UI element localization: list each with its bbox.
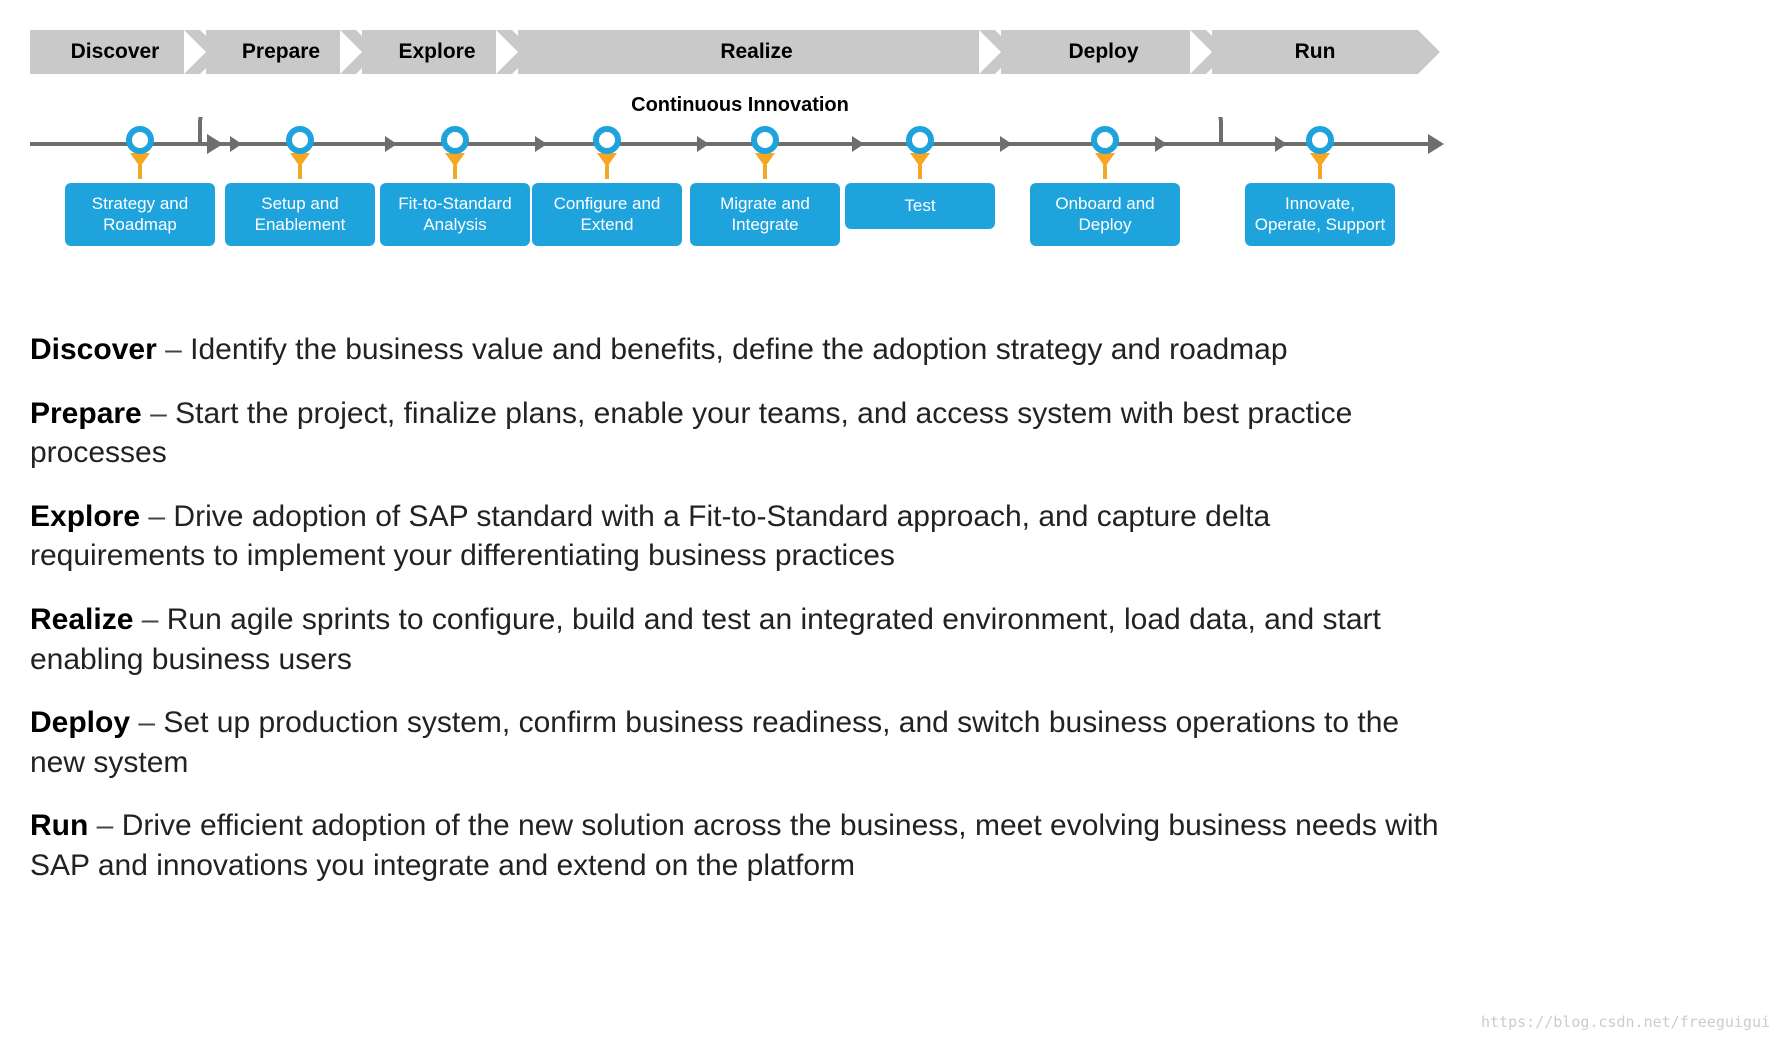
workstream-node: Configure andExtend <box>532 126 682 246</box>
node-connector-icon <box>1310 153 1330 167</box>
dash-separator: – <box>165 333 182 366</box>
phase-chevron-label: Discover <box>71 40 160 63</box>
continuous-innovation-label: Continuous Innovation <box>30 94 1450 117</box>
workstream-box: Configure andExtend <box>532 183 682 246</box>
phase-chevron-explore: Explore <box>362 30 512 74</box>
node-connector-bar <box>1318 165 1322 179</box>
phase-text: Run agile sprints to configure, build an… <box>30 603 1381 676</box>
node-marker-icon <box>286 126 314 154</box>
node-marker-icon <box>1091 126 1119 154</box>
workstream-label: Migrate andIntegrate <box>720 193 810 236</box>
phase-description-prepare: Prepare – Start the project, finalize pl… <box>30 394 1450 473</box>
phase-chevron-label: Run <box>1295 40 1336 63</box>
node-connector-icon <box>755 153 775 167</box>
workstream-box: Strategy andRoadmap <box>65 183 215 246</box>
workstream-node: Strategy andRoadmap <box>65 126 215 246</box>
watermark-text: https://blog.csdn.net/freeguigui <box>1481 1013 1770 1031</box>
dash-separator: – <box>150 397 167 430</box>
workstream-label: Onboard andDeploy <box>1055 193 1154 236</box>
phase-text: Identify the business value and benefits… <box>190 333 1287 366</box>
phase-chevron-discover: Discover <box>30 30 200 74</box>
node-connector-bar <box>918 165 922 179</box>
workstream-box: Setup andEnablement <box>225 183 375 246</box>
workstream-node: Test <box>845 126 995 229</box>
dash-separator: – <box>138 706 155 739</box>
phase-text: Drive efficient adoption of the new solu… <box>30 809 1439 882</box>
workstream-label: Strategy andRoadmap <box>92 193 188 236</box>
phase-text: Drive adoption of SAP standard with a Fi… <box>30 500 1270 573</box>
workstream-node: Fit-to-StandardAnalysis <box>380 126 530 246</box>
phase-chevron-realize: Realize <box>518 30 995 74</box>
workstream-label: Innovate,Operate, Support <box>1255 193 1385 236</box>
workstream-box: Onboard andDeploy <box>1030 183 1180 246</box>
node-marker-icon <box>441 126 469 154</box>
workstream-node: Onboard andDeploy <box>1030 126 1180 246</box>
node-connector-icon <box>130 153 150 167</box>
axis-arrow-icon <box>1000 136 1012 152</box>
node-connector-icon <box>910 153 930 167</box>
phase-chevron-label: Realize <box>720 40 792 63</box>
phase-descriptions: Discover – Identify the business value a… <box>30 330 1450 886</box>
workstream-node: Setup andEnablement <box>225 126 375 246</box>
dash-separator: – <box>142 603 159 636</box>
arrowhead-right-icon <box>1428 134 1444 154</box>
dash-separator: – <box>148 500 165 533</box>
node-connector-bar <box>605 165 609 179</box>
phase-term: Run <box>30 809 88 842</box>
workstream-node: Innovate,Operate, Support <box>1245 126 1395 246</box>
phase-description-run: Run – Drive efficient adoption of the ne… <box>30 806 1450 885</box>
phase-description-realize: Realize – Run agile sprints to configure… <box>30 600 1450 679</box>
phase-chevron-label: Prepare <box>242 40 320 63</box>
workstream-box: Test <box>845 183 995 229</box>
workstream-box: Migrate andIntegrate <box>690 183 840 246</box>
node-connector-icon <box>290 153 310 167</box>
dash-separator: – <box>97 809 114 842</box>
node-marker-icon <box>126 126 154 154</box>
continuous-innovation-text: Continuous Innovation <box>621 94 859 116</box>
node-connector-icon <box>445 153 465 167</box>
node-connector-bar <box>298 165 302 179</box>
node-marker-icon <box>906 126 934 154</box>
node-connector-bar <box>1103 165 1107 179</box>
phase-term: Prepare <box>30 397 142 430</box>
phase-chevron-deploy: Deploy <box>1001 30 1206 74</box>
phase-chevron-label: Deploy <box>1068 40 1138 63</box>
phase-chevron-label: Explore <box>398 40 475 63</box>
node-marker-icon <box>1306 126 1334 154</box>
phase-chevron-run: Run <box>1212 30 1418 74</box>
node-marker-icon <box>751 126 779 154</box>
phase-text: Start the project, finalize plans, enabl… <box>30 397 1352 470</box>
phase-term: Discover <box>30 333 157 366</box>
workstream-label: Fit-to-StandardAnalysis <box>398 193 511 236</box>
activate-methodology-diagram: Discover Prepare Explore Realize Deploy Run C… <box>30 30 1450 260</box>
workstream-box: Fit-to-StandardAnalysis <box>380 183 530 246</box>
node-connector-bar <box>138 165 142 179</box>
node-connector-bar <box>763 165 767 179</box>
workstream-node: Migrate andIntegrate <box>690 126 840 246</box>
phase-chevron-prepare: Prepare <box>206 30 356 74</box>
phase-term: Deploy <box>30 706 130 739</box>
node-connector-icon <box>597 153 617 167</box>
node-connector-bar <box>453 165 457 179</box>
phase-text: Set up production system, confirm busine… <box>30 706 1399 779</box>
phase-description-deploy: Deploy – Set up production system, confi… <box>30 703 1450 782</box>
node-connector-icon <box>1095 153 1115 167</box>
node-marker-icon <box>593 126 621 154</box>
workstream-label: Test <box>904 195 935 216</box>
phase-term: Realize <box>30 603 133 636</box>
workstream-label: Configure andExtend <box>554 193 661 236</box>
phase-term: Explore <box>30 500 140 533</box>
phase-description-explore: Explore – Drive adoption of SAP standard… <box>30 497 1450 576</box>
workstream-box: Innovate,Operate, Support <box>1245 183 1395 246</box>
workstream-label: Setup andEnablement <box>255 193 346 236</box>
phase-description-discover: Discover – Identify the business value a… <box>30 330 1450 370</box>
phase-chevron-row: Discover Prepare Explore Realize Deploy Run <box>30 30 1430 74</box>
